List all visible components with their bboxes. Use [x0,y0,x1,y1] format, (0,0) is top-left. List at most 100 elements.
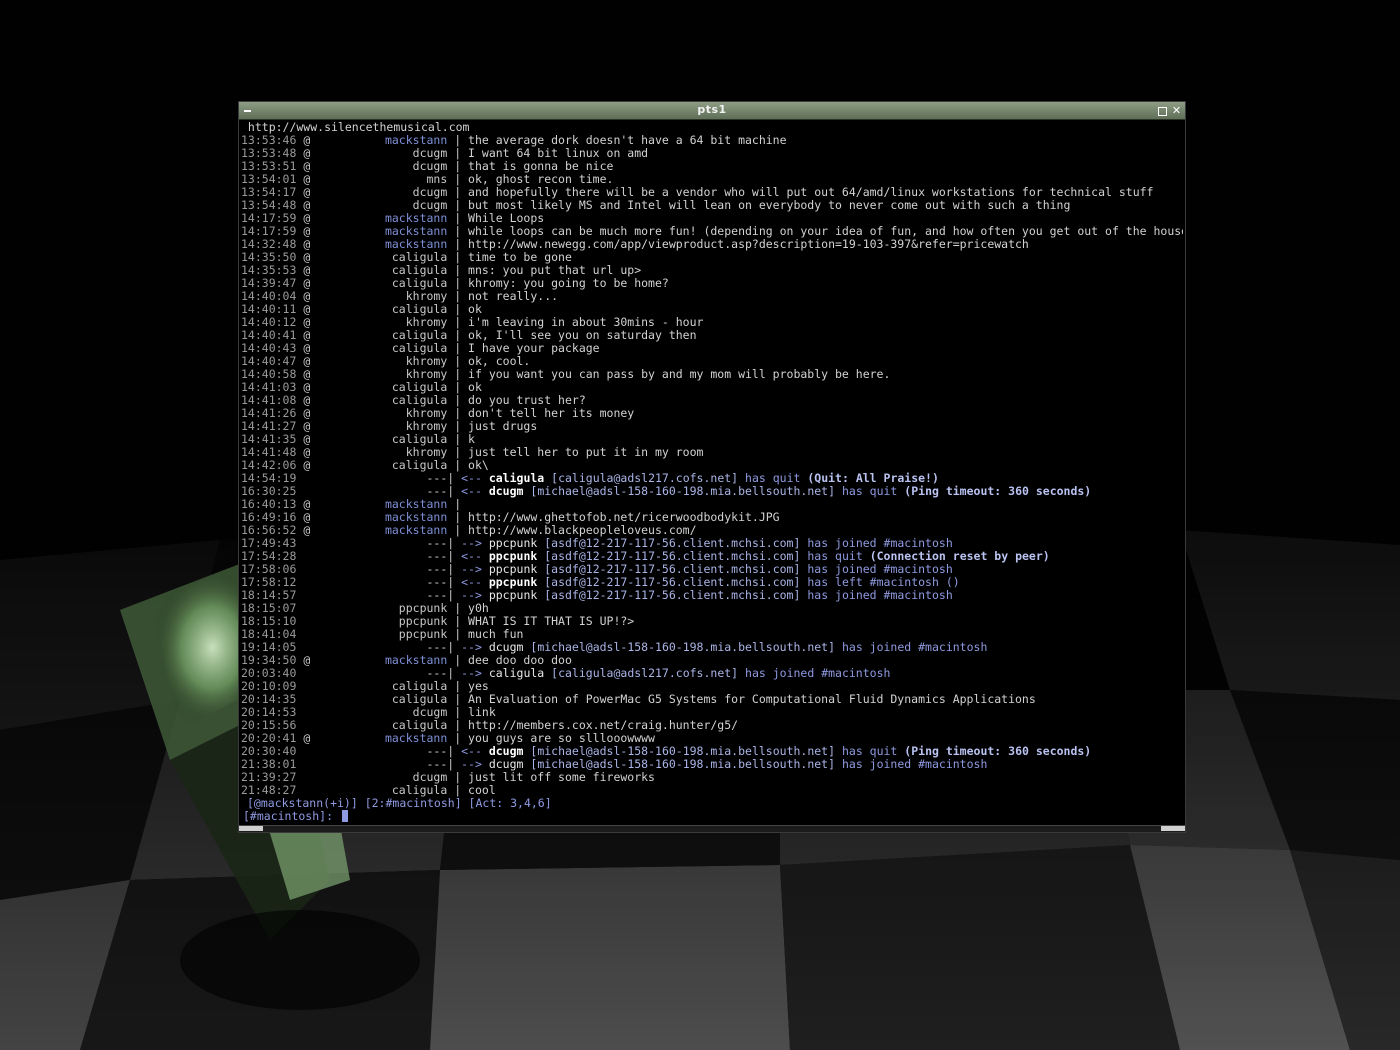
irc-input-line[interactable]: [#macintosh]: [243,810,348,823]
text-cursor [341,810,348,822]
window-titlebar[interactable]: pts1 ✕ [239,102,1185,120]
chat-line: 16:30:25 ---| <-- dcugm [michael@adsl-15… [241,485,1183,498]
chat-line: 13:53:51 @ dcugm | that is gonna be nice [241,160,1183,173]
timestamp: 21:39:27 [241,770,297,784]
terminal-content[interactable]: http://www.silencethemusical.com 13:53:46… [241,121,1183,826]
chat-line: 14:40:12 @ khromy | i'm leaving in about … [241,316,1183,329]
user-mode: @ [303,497,311,511]
message-text: ok [468,380,482,394]
chat-line: 20:15:56 caligula | http://members.cox.n… [241,719,1183,732]
separator: | [447,679,469,693]
chat-line: 20:14:35 caligula | An Evaluation of Pow… [241,693,1183,706]
event-reason: (Quit: All Praise!) [807,471,939,485]
message-text: if you want you can pass by and my mom w… [468,367,891,381]
user-mode [303,601,310,615]
chat-line: 14:40:41 @ caligula | ok, I'll see you on… [241,329,1183,342]
chat-log: http://www.silencethemusical.com 13:53:46… [241,121,1183,797]
user-mode: @ [303,159,311,173]
user-mode: @ [303,380,311,394]
event-host: [michael@adsl-158-160-198.mia.bellsouth.… [530,757,836,771]
user-mode: @ [303,237,311,251]
event-action: has quit [807,549,863,563]
event-arrow: --> [461,562,482,576]
event-arrow: <-- [461,575,482,589]
chat-line: 14:35:53 @ caligula | mns: you put that u… [241,264,1183,277]
separator: | [447,614,469,628]
chat-line: 21:39:27 dcugm | just lit off some firew… [241,771,1183,784]
separator: | [447,640,462,654]
user-mode [303,627,310,641]
separator: | [447,601,469,615]
message-text: i'm leaving in about 30mins - hour [468,315,704,329]
message-text: but most likely MS and Intel will lean o… [468,198,1071,212]
timestamp: 14:41:35 [241,432,297,446]
separator: | [447,224,469,238]
event-arrow: <-- [461,471,482,485]
event-host: [asdf@12-217-117-56.client.mchsi.com] [544,562,801,576]
separator: | [447,770,469,784]
message-text: dee doo doo doo [468,653,572,667]
separator: | [447,471,462,485]
user-mode: @ [303,432,311,446]
event-action: has left #macintosh () [807,575,960,589]
event-host: [michael@adsl-158-160-198.mia.bellsouth.… [530,744,836,758]
timestamp: 14:32:48 [241,237,297,251]
timestamp: 14:41:08 [241,393,297,407]
message-text: yes [468,679,489,693]
user-mode: @ [303,367,311,381]
event-nick: dcugm [488,640,524,654]
close-icon[interactable]: ✕ [1170,104,1183,117]
message-text: http://members.cox.net/craig.hunter/g5/ [468,718,739,732]
timestamp: 21:48:27 [241,783,297,797]
user-mode: @ [303,510,311,524]
timestamp: 14:40:43 [241,341,297,355]
event-nick: ppcpunk [488,588,538,602]
user-mode: @ [303,198,311,212]
timestamp: 14:54:19 [241,471,297,485]
chat-line: 14:35:50 @ caligula | time to be gone [241,251,1183,264]
user-mode: @ [303,731,311,745]
event-host: [caligula@adsl217.cofs.net] [551,471,739,485]
chat-line: 20:03:40 ---| --> caligula [caligula@ads… [241,667,1183,680]
message-text: do you trust her? [468,393,586,407]
scroll-left-handle[interactable] [239,826,263,831]
input-prompt: [#macintosh]: [243,809,340,823]
scroll-right-handle[interactable] [1161,826,1185,831]
timestamp: 20:15:56 [241,718,297,732]
timestamp: 14:35:53 [241,263,297,277]
separator: | [447,263,469,277]
user-mode [303,783,310,797]
terminal-window[interactable]: pts1 ✕ http://www.silencethemusical.com 1… [238,101,1186,833]
window-title: pts1 [697,103,727,116]
horizontal-scrollbar[interactable] [239,825,1185,832]
event-arrow: --> [461,640,482,654]
event-nick: caligula [488,471,545,485]
event-action: has quit [745,471,801,485]
event-host: [asdf@12-217-117-56.client.mchsi.com] [544,575,801,589]
timestamp: 13:53:46 [241,133,297,147]
timestamp: 14:35:50 [241,250,297,264]
separator: | [447,523,469,537]
user-mode [303,705,310,719]
event-host: [michael@adsl-158-160-198.mia.bellsouth.… [530,484,836,498]
chat-line: 18:15:10 ppcpunk | WHAT IS IT THAT IS UP… [241,615,1183,628]
user-mode: @ [303,419,311,433]
timestamp: 13:53:48 [241,146,297,160]
timestamp: 14:41:26 [241,406,297,420]
timestamp: 13:53:51 [241,159,297,173]
timestamp: 14:39:47 [241,276,297,290]
timestamp: 19:14:05 [241,640,297,654]
maximize-icon[interactable] [1156,104,1169,117]
timestamp: 14:40:47 [241,354,297,368]
timestamp: 16:49:16 [241,510,297,524]
timestamp: 16:30:25 [241,484,297,498]
separator: | [447,380,469,394]
separator: | [447,133,469,147]
